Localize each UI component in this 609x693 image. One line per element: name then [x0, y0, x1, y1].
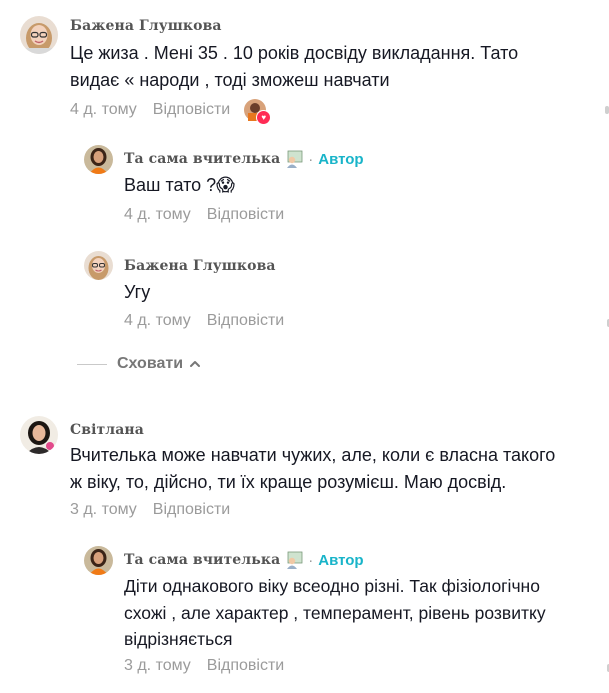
comment-timestamp: 3 д. тому: [124, 657, 191, 674]
comment-header: Світлана: [70, 420, 144, 440]
comment-text: Вчителька може навчати чужих, але, коли …: [70, 445, 561, 492]
author-name[interactable]: Світлана: [70, 422, 144, 438]
liked-by-author-indicator: ♥: [244, 99, 272, 125]
comment-text: Угу: [124, 282, 151, 302]
author-name[interactable]: Та сама вчителька: [124, 151, 280, 167]
author-badge: Автор: [318, 150, 364, 168]
comment-timestamp: 4 д. тому: [70, 101, 137, 118]
avatar-teacher[interactable]: [84, 145, 113, 174]
reply-button[interactable]: Відповісти: [207, 312, 284, 330]
avatar-teacher[interactable]: [84, 546, 113, 575]
hide-replies-label: Сховати: [117, 355, 184, 372]
author-name[interactable]: Та сама вчителька: [124, 552, 280, 568]
comment-timestamp: 4 д. тому: [124, 206, 191, 223]
comment-header: Бажена Глушкова: [70, 16, 222, 36]
comment-timestamp: 3 д. тому: [70, 501, 137, 518]
author-name[interactable]: Бажена Глушкова: [70, 18, 222, 34]
comment-header: Та сама вчителька · Автор: [124, 550, 364, 570]
chevron-up-icon: [190, 361, 201, 367]
comment-meta: 3 д. тому Відповісти: [124, 657, 284, 675]
heart-icon: ♥: [256, 110, 272, 125]
comment-meta: 4 д. тому Відповісти: [124, 206, 284, 224]
avatar-bazhena[interactable]: [20, 16, 58, 54]
author-name[interactable]: Бажена Глушкова: [124, 258, 276, 274]
author-badge: Автор: [318, 551, 364, 569]
comment-timestamp: 4 д. тому: [124, 312, 191, 329]
comment-meta: 4 д. тому Відповісти: [124, 312, 284, 330]
comment-header: Та сама вчителька · Автор: [124, 149, 364, 169]
reply-button[interactable]: Відповісти: [207, 657, 284, 675]
separator-dot: ·: [308, 551, 314, 569]
comment-header: Бажена Глушкова: [124, 256, 276, 276]
comment-text: Діти однакового віку всеодно різні. Так …: [124, 576, 551, 649]
comment-text: Це жиза . Мені 35 . 10 років досвіду вик…: [70, 43, 524, 90]
separator-dot: ·: [308, 150, 314, 168]
reply-button[interactable]: Відповісти: [153, 101, 230, 119]
more-options-icon[interactable]: [605, 106, 609, 114]
comment-text: Ваш тато ?😱: [124, 175, 235, 195]
comment-meta: 4 д. тому Відповісти ♥: [70, 99, 272, 125]
teacher-emoji-icon: [287, 150, 303, 168]
avatar-bazhena[interactable]: [84, 251, 113, 280]
teacher-emoji-icon: [287, 551, 303, 569]
avatar-svitlana[interactable]: [20, 416, 58, 454]
reply-button[interactable]: Відповісти: [153, 501, 230, 519]
comment-meta: 3 д. тому Відповісти: [70, 501, 230, 519]
divider-line: [77, 363, 107, 365]
reply-button[interactable]: Відповісти: [207, 206, 284, 224]
hide-replies-button[interactable]: Сховати: [77, 352, 201, 376]
comment-thread: Бажена Глушкова Це жиза . Мені 35 . 10 р…: [0, 0, 609, 693]
